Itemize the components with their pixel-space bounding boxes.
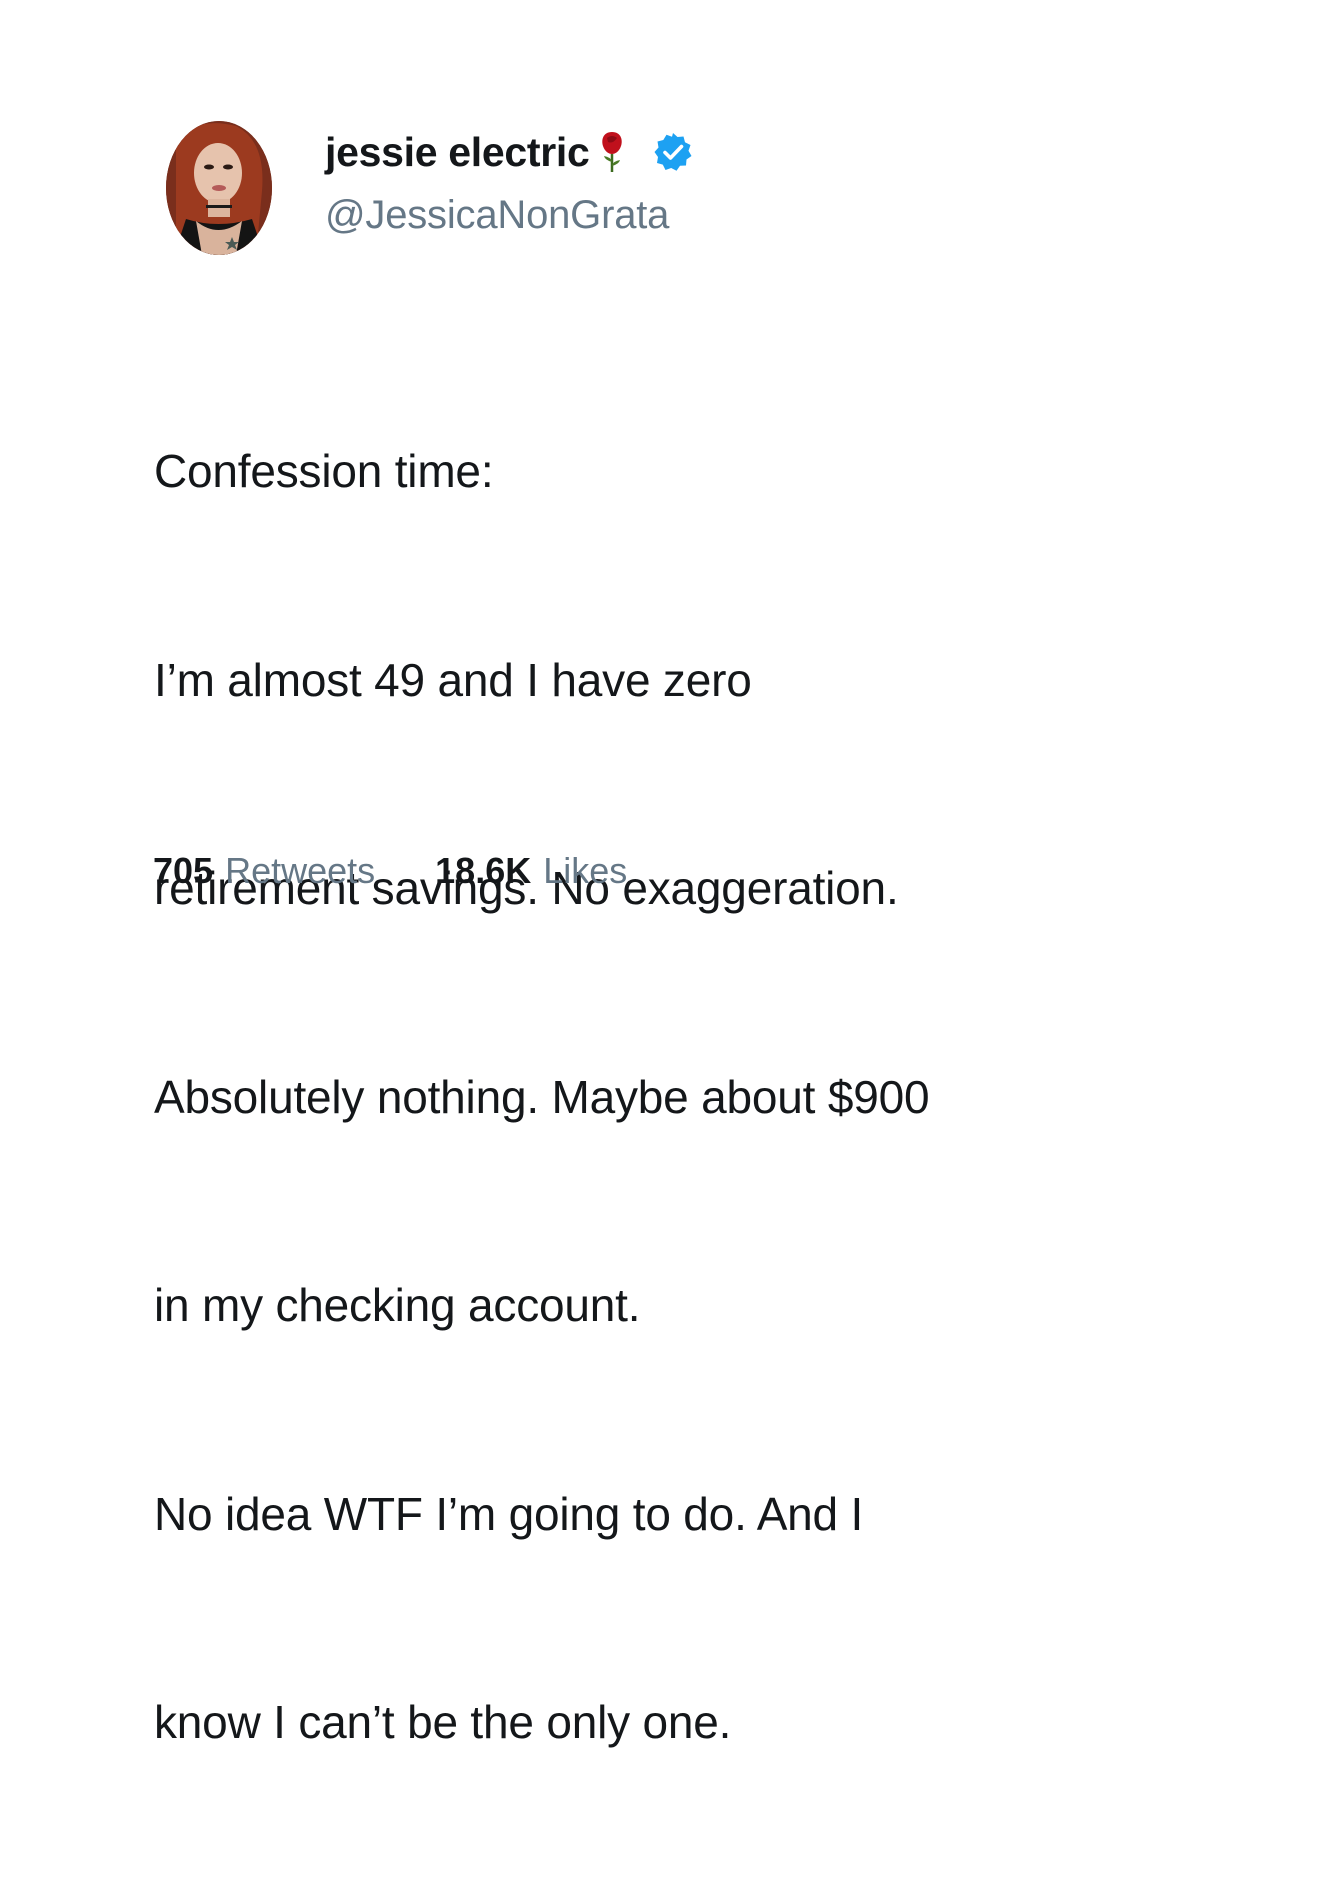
- tweet-text: Confession time: I’m almost 49 and I hav…: [154, 298, 1274, 1897]
- tweet-line: in my checking account.: [154, 1279, 641, 1331]
- tweet-line: know I can’t be the only one.: [154, 1696, 732, 1748]
- likes-count: 18.6K: [435, 850, 532, 891]
- tweet-line: No idea WTF I’m going to do. And I: [154, 1487, 864, 1540]
- rose-icon: [599, 130, 625, 174]
- tweet-line: I’m almost 49 and I have zero: [154, 653, 752, 706]
- likes-stat[interactable]: 18.6K Likes: [435, 850, 627, 892]
- tweet-line: Absolutely nothing. Maybe about $900: [154, 1070, 930, 1123]
- avatar[interactable]: [166, 121, 272, 255]
- retweets-count: 705: [153, 850, 214, 891]
- likes-label: Likes: [543, 850, 628, 891]
- user-header: jessie electric: [325, 124, 693, 180]
- verified-badge-icon: [653, 132, 693, 172]
- profile-photo: [166, 121, 272, 255]
- user-handle[interactable]: @JessicaNonGrata: [325, 193, 669, 238]
- retweets-label: Retweets: [225, 850, 376, 891]
- tweet-card: jessie electric @JessicaNonGrata Confess…: [0, 0, 1320, 1748]
- retweets-stat[interactable]: 705 Retweets: [153, 850, 375, 892]
- display-name[interactable]: jessie electric: [325, 129, 590, 176]
- tweet-stats: 705 Retweets 18.6K Likes: [153, 850, 627, 892]
- tweet-line: Confession time:: [154, 445, 494, 497]
